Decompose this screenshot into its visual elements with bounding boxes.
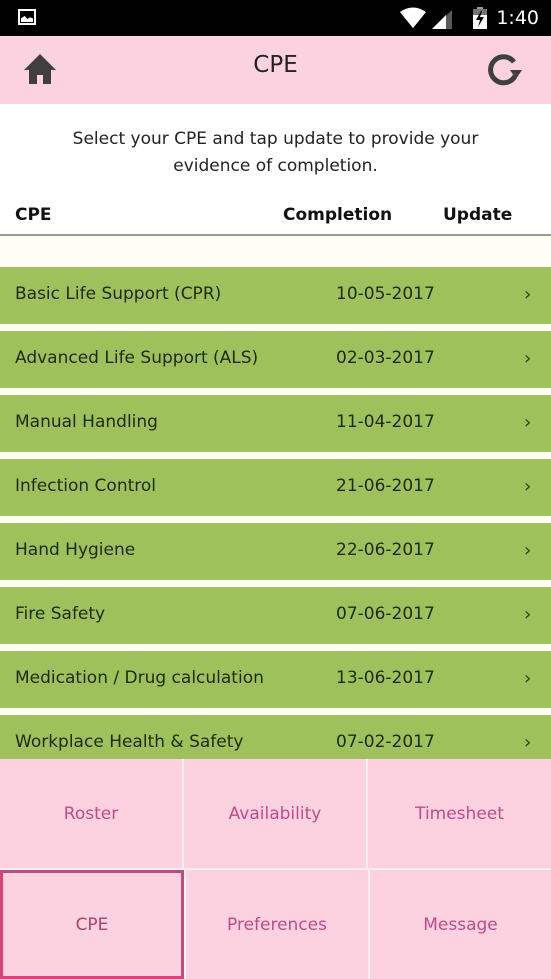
completion-date: 21-06-2017 (336, 476, 435, 496)
table-row[interactable]: Fire Safety 07-06-2017 › (0, 587, 551, 644)
completion-date: 07-06-2017 (336, 604, 435, 624)
cell-signal-icon (432, 10, 452, 29)
completion-date: 13-06-2017 (336, 668, 435, 688)
completion-date: 22-06-2017 (336, 540, 435, 560)
chevron-right-icon[interactable]: › (524, 348, 531, 369)
nav-label: CPE (75, 914, 109, 935)
chevron-right-icon[interactable]: › (524, 540, 531, 561)
cpe-name: Infection Control (15, 476, 156, 496)
nav-tile-preferences[interactable]: Preferences (186, 870, 368, 979)
chevron-right-icon[interactable]: › (524, 412, 531, 433)
nav-tile-roster[interactable]: Roster (0, 759, 182, 868)
nav-label: Preferences (227, 914, 327, 935)
cpe-name: Advanced Life Support (ALS) (15, 348, 259, 368)
battery-charging-icon (473, 7, 487, 29)
cpe-name: Manual Handling (15, 412, 158, 432)
nav-tile-timesheet[interactable]: Timesheet (368, 759, 551, 868)
wifi-icon (400, 7, 426, 28)
clock: 1:40 (496, 7, 539, 29)
cpe-name: Medication / Drug calculation (15, 668, 264, 688)
chevron-right-icon[interactable]: › (524, 732, 531, 753)
cpe-list[interactable]: Basic Life Support (CPR) 10-05-2017 › Ad… (0, 236, 551, 759)
app-bar: CPE (0, 36, 551, 104)
chevron-right-icon[interactable]: › (524, 668, 531, 689)
cpe-name: Hand Hygiene (15, 540, 136, 560)
chevron-right-icon[interactable]: › (524, 476, 531, 497)
chevron-right-icon[interactable]: › (524, 284, 531, 305)
table-row[interactable]: Basic Life Support (CPR) 10-05-2017 › (0, 267, 551, 324)
column-header-completion: Completion (283, 205, 393, 225)
instructions-line-2: evidence of completion. (173, 156, 378, 176)
nav-label: Roster (63, 803, 119, 824)
instructions-text: Select your CPE and tap update to provid… (0, 126, 551, 180)
table-row[interactable]: Hand Hygiene 22-06-2017 › (0, 523, 551, 580)
bottom-nav-grid: Roster Availability Timesheet CPE Prefer… (0, 759, 551, 979)
table-row[interactable]: Infection Control 21-06-2017 › (0, 459, 551, 516)
nav-label: Availability (228, 803, 322, 824)
nav-label: Timesheet (415, 803, 504, 824)
cpe-name: Fire Safety (15, 604, 106, 624)
table-row[interactable]: Manual Handling 11-04-2017 › (0, 395, 551, 452)
table-row[interactable]: Workplace Health & Safety 07-02-2017 › (0, 715, 551, 759)
chevron-right-icon[interactable]: › (524, 604, 531, 625)
instructions-line-1: Select your CPE and tap update to provid… (72, 129, 479, 149)
completion-date: 11-04-2017 (336, 412, 435, 432)
nav-tile-cpe[interactable]: CPE (0, 870, 184, 979)
nav-label: Message (423, 914, 498, 935)
column-header-update: Update (443, 205, 513, 225)
cpe-name: Workplace Health & Safety (15, 732, 244, 752)
nav-tile-availability[interactable]: Availability (184, 759, 366, 868)
refresh-icon[interactable] (484, 52, 524, 88)
completion-date: 07-02-2017 (336, 732, 435, 752)
cpe-name: Basic Life Support (CPR) (15, 284, 222, 304)
table-row[interactable]: Medication / Drug calculation 13-06-2017… (0, 651, 551, 708)
table-row[interactable]: Advanced Life Support (ALS) 02-03-2017 › (0, 331, 551, 388)
nav-tile-message[interactable]: Message (370, 870, 551, 979)
gallery-icon (18, 9, 36, 25)
column-header-cpe: CPE (15, 205, 52, 225)
table-header: CPE Completion Update (0, 198, 551, 236)
status-bar: 1:40 (0, 0, 551, 36)
completion-date: 02-03-2017 (336, 348, 435, 368)
page-title: CPE (253, 52, 298, 78)
completion-date: 10-05-2017 (336, 284, 435, 304)
